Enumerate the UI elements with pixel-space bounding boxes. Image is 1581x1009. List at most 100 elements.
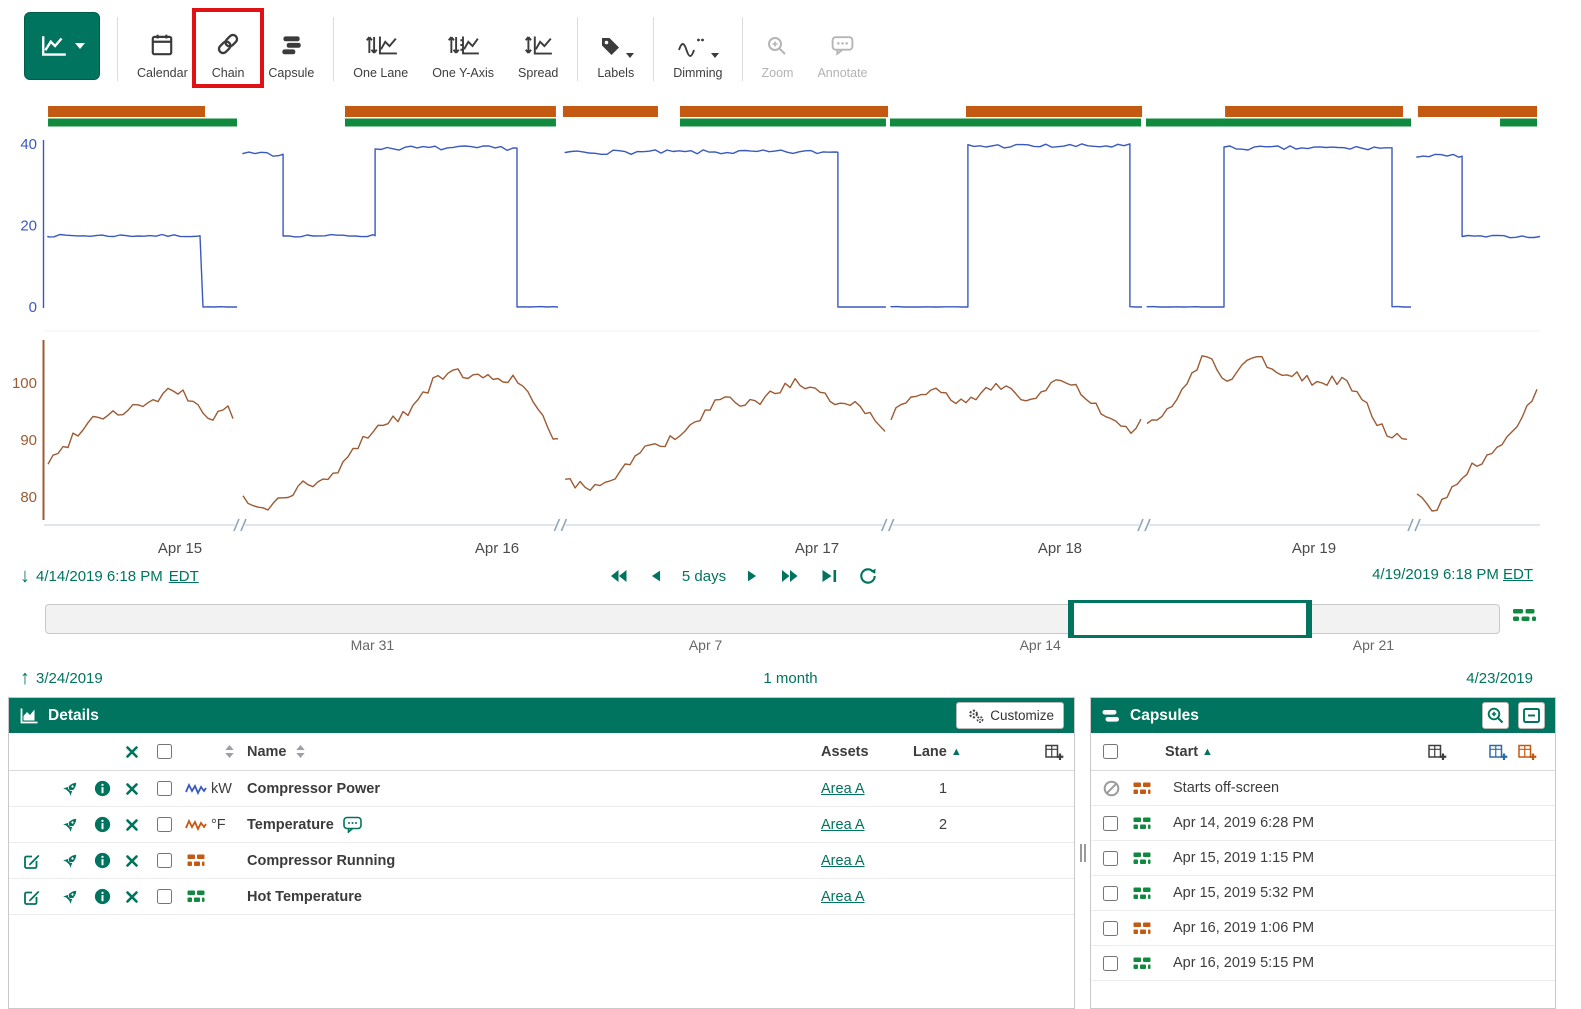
zoom-button: Zoom (750, 12, 806, 86)
capsule-row[interactable]: Apr 15, 2019 1:15 PM (1091, 841, 1555, 876)
svg-text:100: 100 (12, 375, 37, 392)
edit-icon[interactable] (9, 888, 53, 906)
rocket-icon[interactable] (53, 852, 87, 869)
dimming-button[interactable]: Dimming (661, 12, 734, 86)
spread-label: Spread (518, 66, 558, 80)
capsule-checkbox[interactable] (1103, 956, 1118, 971)
trend-view-selector-button[interactable] (24, 12, 100, 80)
capsule-checkbox[interactable] (1103, 816, 1118, 831)
row-checkbox[interactable] (157, 853, 172, 868)
capsule-row[interactable]: Apr 16, 2019 1:06 PM (1091, 911, 1555, 946)
rocket-icon[interactable] (53, 888, 87, 905)
step-forward-half-button[interactable] (741, 565, 763, 587)
info-icon[interactable] (87, 888, 117, 905)
capsule-mini-icon (181, 889, 211, 904)
toolbar-separator (117, 17, 118, 81)
add-column-icon[interactable] (1428, 743, 1447, 761)
one-lane-button[interactable]: One Lane (341, 12, 420, 86)
details-row-hot-temperature: Hot Temperature Area A (9, 879, 1074, 915)
trend-chart[interactable]: 402001009080Apr 15Apr 16Apr 17Apr 18Apr … (0, 100, 1581, 562)
investigate-end-date: 4/23/2019 (1466, 670, 1533, 687)
info-icon[interactable] (87, 780, 117, 797)
condition-name[interactable]: Compressor Running (247, 853, 821, 869)
svg-text:40: 40 (20, 136, 37, 153)
asset-link[interactable]: Area A (821, 889, 865, 905)
remove-all-icon[interactable] (117, 745, 147, 759)
collapse-icon[interactable] (1518, 702, 1545, 729)
one-y-axis-button[interactable]: One Y-Axis (420, 12, 506, 86)
sort-updown-icon[interactable] (211, 744, 247, 759)
rocket-icon[interactable] (53, 780, 87, 797)
asset-link[interactable]: Area A (821, 817, 865, 833)
remove-x-icon[interactable] (117, 782, 147, 796)
one-lane-label: One Lane (353, 66, 408, 80)
capsule-row[interactable]: Apr 15, 2019 5:32 PM (1091, 876, 1555, 911)
remove-x-icon[interactable] (117, 854, 147, 868)
trend-icon (40, 34, 68, 58)
capsule-row[interactable]: Starts off-screen (1091, 771, 1555, 806)
annotation-bubble-icon[interactable] (343, 816, 363, 833)
row-checkbox[interactable] (157, 889, 172, 904)
name-column-header[interactable]: Name (247, 744, 287, 760)
capsule-time-icon[interactable] (1512, 606, 1538, 628)
refresh-icon[interactable] (856, 564, 880, 588)
calendar-button[interactable]: Calendar (125, 12, 200, 86)
step-back-full-button[interactable] (606, 564, 630, 588)
details-panel-header: Details Customize (9, 698, 1074, 733)
capsule-mini-icon (1133, 781, 1163, 796)
row-checkbox[interactable] (157, 781, 172, 796)
assets-column-header[interactable]: Assets (821, 744, 913, 760)
capsule-row[interactable]: Apr 16, 2019 5:15 PM (1091, 946, 1555, 981)
seeq-trend-workbench: Calendar Chain Capsule One Lane (0, 0, 1581, 1009)
row-checkbox[interactable] (157, 817, 172, 832)
chain-button[interactable]: Chain (200, 12, 257, 86)
info-icon[interactable] (87, 816, 117, 833)
sort-updown-icon[interactable] (295, 744, 306, 759)
display-range-duration[interactable]: 5 days (682, 568, 726, 585)
add-condition-column-icon[interactable] (1518, 743, 1537, 761)
labels-button[interactable]: Labels (585, 12, 646, 86)
asset-link[interactable]: Area A (821, 853, 865, 869)
info-icon[interactable] (87, 852, 117, 869)
select-all-checkbox[interactable] (157, 744, 172, 759)
sort-ascending-icon: ▲ (951, 746, 962, 758)
timezone-link[interactable]: EDT (1503, 566, 1533, 583)
details-row-compressor-power: kW Compressor Power Area A 1 (9, 771, 1074, 807)
toolbar-separator (577, 17, 578, 81)
spread-button[interactable]: Spread (506, 12, 570, 86)
lane-column-header[interactable]: Lane (913, 744, 947, 760)
step-forward-full-button[interactable] (778, 564, 802, 588)
select-all-capsules-checkbox[interactable] (1103, 744, 1118, 759)
signal-name[interactable]: Temperature (247, 817, 334, 833)
calendar-label: Calendar (137, 66, 188, 80)
panel-splitter-handle[interactable] (1077, 697, 1089, 1009)
capsule-button[interactable]: Capsule (256, 12, 326, 86)
capsule-start-value: Apr 16, 2019 5:15 PM (1173, 955, 1314, 971)
capsule-checkbox[interactable] (1103, 921, 1118, 936)
dimming-label: Dimming (673, 66, 722, 80)
details-table-header: Name Assets Lane ▲ (9, 733, 1074, 771)
remove-x-icon[interactable] (117, 818, 147, 832)
capsule-start-value: Apr 16, 2019 1:06 PM (1173, 920, 1314, 936)
investigate-range-duration[interactable]: 1 month (0, 670, 1581, 687)
add-signal-column-icon[interactable] (1489, 743, 1508, 761)
magnifier-plus-icon[interactable] (1482, 702, 1509, 729)
add-column-icon[interactable] (973, 743, 1074, 761)
capsule-row[interactable]: Apr 14, 2019 6:28 PM (1091, 806, 1555, 841)
customize-button[interactable]: Customize (956, 702, 1064, 729)
capsule-icon (278, 28, 304, 58)
step-back-half-button[interactable] (645, 565, 667, 587)
capsule-checkbox[interactable] (1103, 886, 1118, 901)
details-panel-title: Details (48, 707, 99, 725)
remove-x-icon[interactable] (117, 890, 147, 904)
capsule-checkbox[interactable] (1103, 851, 1118, 866)
condition-name[interactable]: Hot Temperature (247, 889, 821, 905)
timebar-selection-window[interactable] (1068, 600, 1312, 638)
start-column-header[interactable]: Start (1165, 744, 1198, 760)
step-to-end-button[interactable] (817, 564, 841, 588)
edit-icon[interactable] (9, 852, 53, 870)
signal-name[interactable]: Compressor Power (247, 781, 821, 797)
asset-link[interactable]: Area A (821, 781, 865, 797)
display-end-date: 4/19/2019 6:18 PM (1372, 566, 1499, 583)
rocket-icon[interactable] (53, 816, 87, 833)
